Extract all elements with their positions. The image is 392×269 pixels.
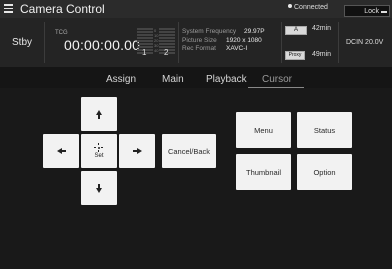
connection-label: Connected — [294, 4, 328, 11]
recording-mode: Stby — [12, 37, 33, 48]
system-frequency-value: 29.97P — [244, 28, 265, 35]
set-label: Set — [94, 153, 104, 159]
media-a-badge: A — [285, 26, 307, 35]
status-button[interactable]: Status — [297, 112, 352, 148]
tab-cursor[interactable]: Cursor — [262, 74, 292, 85]
media-a-remaining: 42min — [312, 25, 332, 32]
tab-assign[interactable]: Assign — [106, 74, 136, 85]
divider — [44, 22, 45, 63]
audio-channel-2: 2 — [164, 48, 169, 57]
thumbnail-button[interactable]: Thumbnail — [236, 154, 291, 190]
connection-dot-icon — [288, 4, 292, 8]
option-button[interactable]: Option — [297, 154, 352, 190]
arrow-right-icon — [136, 148, 142, 154]
picture-size-value: 1920 x 1080 — [226, 36, 262, 44]
lock-label: Lock — [364, 8, 379, 15]
audio-channel-1: 1 — [142, 48, 147, 57]
cursor-up-button[interactable] — [81, 97, 117, 131]
cursor-panel: Set Cancel/Back Menu Status Thumbnail Op… — [0, 88, 392, 269]
cursor-set-button[interactable]: Set — [81, 134, 117, 168]
divider — [281, 22, 282, 63]
media-proxy-badge: Proxy — [285, 51, 305, 60]
tab-main[interactable]: Main — [162, 74, 184, 85]
timecode-label: TCG — [55, 30, 68, 36]
cursor-left-button[interactable] — [43, 134, 79, 168]
lock-slider-icon — [381, 11, 387, 13]
power-status: DCIN 20.0V — [346, 39, 384, 46]
divider — [338, 22, 339, 63]
cursor-right-button[interactable] — [119, 134, 155, 168]
tab-playback[interactable]: Playback — [206, 74, 247, 85]
app-title: Camera Control — [20, 2, 105, 16]
audio-meter-scale: 0 10 20 30 40 — [154, 28, 159, 53]
hamburger-menu-icon[interactable] — [4, 4, 13, 13]
media-proxy-remaining: 49min — [312, 51, 332, 58]
arrow-down-icon — [96, 187, 102, 193]
menu-button[interactable]: Menu — [236, 112, 291, 148]
cursor-down-button[interactable] — [81, 171, 117, 205]
cancel-back-button[interactable]: Cancel/Back — [162, 134, 216, 168]
rec-format-value: XAVC-I — [226, 45, 248, 52]
title-bar: Camera Control Connected Lock — [0, 0, 392, 18]
status-panel: Stby TCG 00:00:00.00 0 10 20 30 40 1 2 S… — [0, 18, 392, 67]
system-info: System Frequency 29.97P Picture Size 1920 … — [182, 28, 265, 52]
camera-control-screen: Camera Control Connected Lock Stby TCG 0… — [0, 0, 392, 269]
connection-status: Connected — [288, 3, 328, 13]
divider — [178, 22, 179, 63]
lock-button[interactable]: Lock — [344, 5, 390, 17]
timecode-display: 00:00:00.00 — [64, 37, 141, 53]
tab-bar: Assign Main Playback Cursor — [0, 67, 392, 88]
set-crosshair-icon — [94, 143, 104, 152]
